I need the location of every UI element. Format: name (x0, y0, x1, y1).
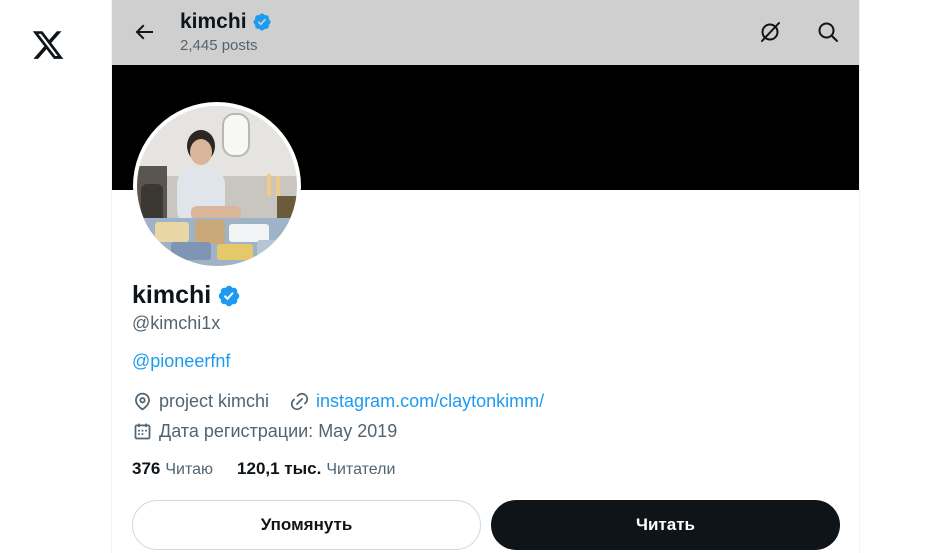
back-button[interactable] (132, 20, 156, 44)
follow-button[interactable]: Читать (491, 500, 840, 550)
followers-stat[interactable]: 120,1 тыс. Читатели (237, 459, 395, 479)
profile-stats: 376 Читаю 120,1 тыс. Читатели (132, 459, 395, 479)
grok-button[interactable] (758, 20, 782, 44)
bio-mention-link[interactable]: @pioneerfnf (132, 351, 230, 372)
search-icon (818, 22, 838, 42)
followers-count: 120,1 тыс. (237, 459, 322, 478)
mention-button[interactable]: Упомянуть (132, 500, 481, 550)
profile-website-link[interactable]: instagram.com/claytonkimm/ (316, 391, 544, 412)
following-count: 376 (132, 459, 161, 478)
header-profile-name: kimchi (180, 10, 272, 34)
profile-header-bar: kimchi 2,445 posts (112, 0, 859, 65)
verified-badge-icon[interactable] (217, 284, 241, 308)
profile-joined-date: Дата регистрации: May 2019 (159, 421, 398, 441)
arrow-left-icon (135, 24, 153, 40)
search-button[interactable] (816, 20, 840, 44)
profile-name-text: kimchi (132, 281, 212, 309)
link-icon (290, 392, 309, 411)
avatar[interactable] (133, 102, 301, 270)
following-stat[interactable]: 376 Читаю (132, 459, 213, 479)
verified-badge-icon[interactable] (252, 12, 272, 32)
profile-display-name: kimchi (132, 281, 241, 310)
following-label: Читаю (165, 461, 214, 478)
grok-icon (761, 22, 780, 42)
calendar-icon (134, 423, 151, 440)
profile-column: kimchi 2,445 posts kimchi @kimchi1x @pio… (111, 0, 860, 553)
location-pin-icon (135, 392, 150, 411)
avatar-photo (137, 106, 297, 266)
profile-location: project kimchi (159, 391, 270, 411)
profile-joined-row: Дата регистрации: May 2019 (132, 421, 397, 442)
profile-handle: @kimchi1x (132, 313, 221, 333)
followers-label: Читатели (326, 461, 396, 478)
header-post-count: 2,445 posts (180, 37, 258, 54)
header-name-text: kimchi (180, 10, 247, 33)
x-logo-icon[interactable] (31, 28, 65, 62)
profile-meta-row: project kimchi instagram.com/claytonkimm… (132, 391, 544, 412)
